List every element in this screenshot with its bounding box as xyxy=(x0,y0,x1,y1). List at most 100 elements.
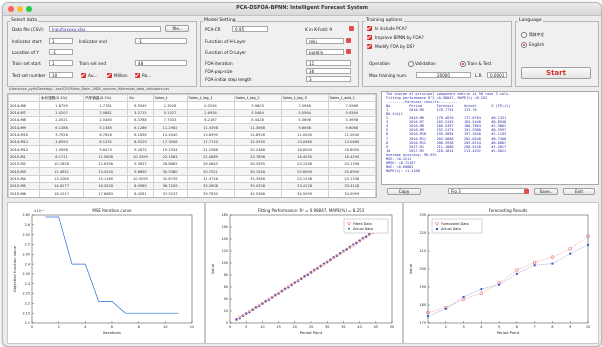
kfold-dropdown-icon[interactable] xyxy=(349,26,354,31)
indicator-start-input[interactable]: 1 xyxy=(49,38,73,44)
x-tick-label: 8 xyxy=(138,325,140,329)
train-test-radio[interactable] xyxy=(460,61,466,67)
million-checkbox[interactable] xyxy=(107,73,112,78)
actual-point xyxy=(349,246,351,248)
train-start-input[interactable]: 1 xyxy=(49,60,73,66)
figure-dropdown-icon[interactable] xyxy=(524,189,529,194)
foa-pop-label: FOA-pop-size xyxy=(205,69,233,74)
y-tick-label: 180 xyxy=(420,303,426,307)
h-layer-dropdown-icon[interactable] xyxy=(346,38,351,43)
console-line: MAPE(%): =1.2168 xyxy=(386,168,420,173)
table-row[interactable]: 2015-M4 13.2089 15.1180 10.9299 32.8739 31.47… xyxy=(8,174,376,184)
bpnn-option-checkbox[interactable] xyxy=(367,35,372,40)
foa-pop-input[interactable]: 36 xyxy=(306,68,351,74)
y-tick-label: 60 xyxy=(224,285,228,289)
pca-input[interactable]: 0.95 xyxy=(232,26,268,32)
copy-button[interactable]: Copy xyxy=(387,188,421,195)
y-tick-label: 2.2 xyxy=(25,302,30,306)
table-cell: 8.4428 xyxy=(233,116,282,125)
results-console[interactable]: The sharpe of principal component matrix… xyxy=(381,91,599,185)
pca-label: PCA-CR xyxy=(205,27,221,32)
max-training-input[interactable]: 20000 xyxy=(416,72,471,78)
table-cell: 11.0040 xyxy=(327,130,376,140)
table-cell: 9.2674 xyxy=(127,145,154,154)
x-tick-label: 10 xyxy=(260,325,264,329)
table-row-label: 2015-M4 xyxy=(8,174,41,184)
table-row[interactable]: 2014-M9 6.1386 5.1385 6.1286 11.2982 11.4398 1… xyxy=(8,123,376,132)
table-row[interactable]: 2015-M5 14.6277 16.3528 8.9989 36.7209 35.260… xyxy=(8,182,376,191)
console-lines: The sharpe of principal component matrix… xyxy=(382,92,598,173)
table-header-cell[interactable]: Sales_t_add_1 xyxy=(327,94,376,103)
table-row[interactable]: 2015-M3 12.4621 13.4200 9.8890 30.5380 30.702… xyxy=(8,167,376,176)
table-row-label: 2014-M8 xyxy=(8,116,41,125)
table-row[interactable]: 2014-M11 3.6594 8.1252 8.5229 17.3508 17.7720… xyxy=(8,138,376,147)
o-layer-select[interactable]: purelin xyxy=(306,49,344,55)
table-row[interactable]: 2015-M1 8.1711 11.5806 10.3399 22.1083 22.088… xyxy=(8,152,376,162)
indicator-end-input[interactable]: -1 xyxy=(135,38,187,44)
start-button[interactable]: Start xyxy=(521,67,591,79)
table-row[interactable]: 2014-M12 1.9996 9.8473 9.2674 19.2334 21.2988… xyxy=(8,145,376,154)
table-row[interactable]: 2015-M717.486719.88409.318039.430740.988… xyxy=(8,196,376,197)
actual-point xyxy=(329,258,332,261)
table-cell: 2.0521 xyxy=(39,116,85,125)
table-cell: 33.3588 xyxy=(233,174,282,184)
y-tick-label: 2.65 xyxy=(22,213,30,217)
table-row[interactable]: 2014-M10 3.7926 6.7826 6.1856 12.4040 13.8990… xyxy=(8,130,376,140)
title-bar: PCA-DSFOA-BPNN: Intelligent Forecast Sys… xyxy=(3,3,601,16)
table-header-cell[interactable]: Sales_t xyxy=(152,94,188,103)
table-cell: 17.6683 xyxy=(83,189,129,197)
location-input[interactable]: -1 xyxy=(49,49,73,55)
auto-checkbox[interactable] xyxy=(81,73,86,78)
validation-radio[interactable] xyxy=(408,61,414,67)
actual-point xyxy=(274,294,277,296)
table-cell: 13.0460 xyxy=(280,138,329,147)
train-end-input[interactable]: 48 xyxy=(135,60,187,66)
table-row[interactable]: 2015-M2 10.1826 12.6356 9.3637 26.8685 26.584… xyxy=(8,160,376,169)
data-table[interactable]: 水价指数(0.1%) 汽车销量(0.1%) Sa Sales_t Sales_t_lag… xyxy=(8,94,376,197)
table-cell: 1.9996 xyxy=(39,145,85,154)
table-header-cell[interactable]: 水价指数(0.1%) xyxy=(39,94,85,103)
lr-input[interactable]: 0.0001 xyxy=(487,72,507,78)
table-cell: 11.4398 xyxy=(186,123,235,132)
fitting-chart: 0 5 10 15 20 25 30 35 40 45 50 0 20 40 60 80 100 120 140 16… xyxy=(210,208,394,335)
actual-point xyxy=(303,275,306,277)
foa-iteration-input[interactable]: 11 xyxy=(306,60,351,66)
foa-step-input[interactable]: 3 xyxy=(306,76,351,82)
table-header-cell[interactable] xyxy=(8,94,41,103)
table-cell: 0.5484 xyxy=(233,108,282,118)
table-row[interactable]: 2015-M6 16.1017 17.6683 8.4281 37.5237 39.783… xyxy=(8,189,376,197)
y-tick-label: 120 xyxy=(222,249,228,253)
o-layer-dropdown-icon[interactable] xyxy=(346,49,351,54)
pca-option-checkbox[interactable] xyxy=(367,26,372,31)
h-layer-label: Function of H-Layer xyxy=(205,39,246,44)
y-tick-label: 230 xyxy=(420,213,426,217)
data-file-input[interactable]: Input\xxxxx.xlsx xyxy=(49,26,161,32)
extra-checkbox[interactable] xyxy=(135,73,140,78)
ds-option-checkbox[interactable] xyxy=(367,44,372,49)
english-radio[interactable] xyxy=(521,42,527,48)
table-cell: 9.6068 xyxy=(327,123,376,132)
exit-button[interactable]: Exit xyxy=(563,188,595,195)
legend-actual-label: Actual Data xyxy=(441,227,461,231)
test-set-input[interactable]: 10 xyxy=(49,72,73,78)
table-header-cell[interactable]: Sales_t_lag_1 xyxy=(186,94,235,103)
chinese-radio[interactable] xyxy=(521,32,527,38)
table-row[interactable]: 2014-M8 2.0521 2.5480 6.3788 7.7003 6.2167 8.4… xyxy=(8,116,376,125)
table-header-cell[interactable]: 汽车销量(0.1%) xyxy=(83,94,129,103)
table-cell: 25.6900 xyxy=(327,167,376,176)
table-header-cell[interactable]: Sales_t_lag_3 xyxy=(280,94,329,103)
table-header-cell[interactable]: Sa xyxy=(127,94,154,103)
figure-select[interactable]: Fig 3 xyxy=(448,188,528,194)
table-cell: 11.5806 xyxy=(83,152,129,162)
table-row[interactable]: 2014-M7 2.0207 2.0881 3.2715 5.1527 2.6934 0.5… xyxy=(8,108,376,118)
table-cell: 6.2167 xyxy=(186,116,235,125)
h-layer-select[interactable]: relu xyxy=(306,38,344,44)
table-header-cell[interactable]: Sales_t_lag_2 xyxy=(233,94,282,103)
table-cell: 39.7830 xyxy=(186,189,235,197)
table-row[interactable]: 2014-M6 1.8799 1.7781 6.5945 1.3028 0.0294 3.9… xyxy=(8,101,376,110)
data-table-container[interactable]: 水价指数(0.1%) 汽车销量(0.1%) Sa Sales_t Sales_t_lag… xyxy=(7,93,377,198)
y-tick-label: 210 xyxy=(420,249,426,253)
chart-title: MSE Iteration curve xyxy=(92,208,132,213)
file-button[interactable]: file.. xyxy=(165,25,189,32)
save-button[interactable]: Save.. xyxy=(534,188,558,195)
